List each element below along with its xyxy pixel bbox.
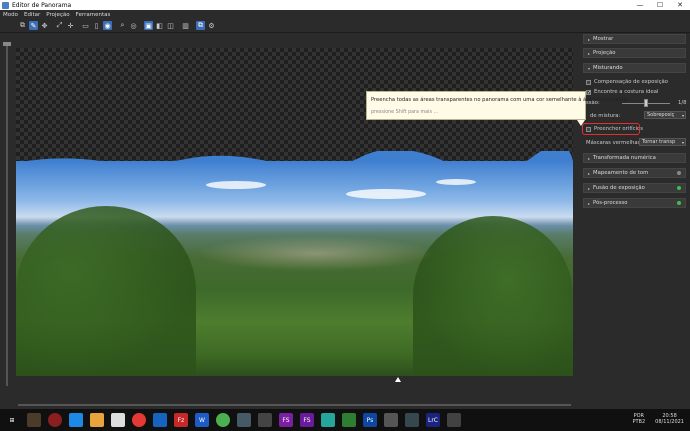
status-dot-icon: [677, 186, 681, 190]
move-icon[interactable]: ✥: [40, 21, 49, 30]
title-bar: Editor de Panorama — ☐ ✕: [0, 0, 690, 10]
section-transformada[interactable]: ▸ Transformada numérica: [583, 153, 686, 163]
menu-ferramentas[interactable]: Ferramentas: [76, 12, 111, 18]
crop-icon[interactable]: ▭: [81, 21, 90, 30]
collapse-icon: ▾: [588, 65, 591, 71]
tooltip-hint: pressione Shift para mais ...: [371, 110, 439, 115]
settings-icon[interactable]: ⚙: [207, 21, 216, 30]
app-icon-5[interactable]: [111, 413, 125, 427]
red-masks-select[interactable]: Tornar transp ▾: [639, 138, 686, 146]
blend-mode-label: de mistura:: [590, 113, 621, 119]
tooltip-pointer: [577, 120, 585, 126]
exposure-compensation-checkbox[interactable]: [586, 79, 591, 85]
close-button[interactable]: ✕: [670, 1, 690, 9]
window-title: Editor de Panorama: [12, 1, 72, 9]
windows-start-icon[interactable]: ⊞: [4, 413, 20, 427]
section-misturando[interactable]: ▾ Misturando: [583, 63, 686, 73]
section-mapeamento[interactable]: ▸ Mapeamento de tom: [583, 168, 686, 178]
vertical-zoom-slider[interactable]: [0, 34, 14, 394]
expand-icon: ▸: [588, 50, 591, 56]
panorama-image: [16, 161, 573, 376]
edge-icon[interactable]: [153, 413, 167, 427]
toolbar: ⧉ ✎ ✥ ⤢ ✛ ▭ ▯ ◉ ⌕ ◎ ▣ ◧ ◫ ▥ ⧉ ⚙: [0, 19, 690, 33]
center-marker-icon[interactable]: [395, 377, 401, 382]
lightroom-icon[interactable]: LrC: [426, 413, 440, 427]
edit-mode-icon[interactable]: ✎: [29, 21, 38, 30]
chevron-down-icon: ▾: [681, 139, 684, 145]
preview-icon[interactable]: ⧉: [196, 21, 205, 30]
app-icon-1[interactable]: [27, 413, 41, 427]
expand-icon: ▸: [588, 36, 591, 42]
exposure-compensation-option[interactable]: Compensação de exposição: [586, 79, 668, 85]
app-icon-11[interactable]: [237, 413, 251, 427]
smoothing-value: 1/8: [678, 100, 687, 106]
vertical-slider-track: [6, 46, 8, 386]
view-split-icon[interactable]: ◧: [155, 21, 164, 30]
mask-icon[interactable]: ▯: [92, 21, 101, 30]
menu-bar: Modo Editar Projeção Ferramentas: [0, 10, 690, 19]
link-images-icon[interactable]: ⧉: [18, 21, 27, 30]
fit-icon[interactable]: ⤢: [55, 21, 64, 30]
crosshair-icon[interactable]: ✛: [66, 21, 75, 30]
section-pos-processo[interactable]: ▸ Pós-processo: [583, 198, 686, 208]
expand-icon: ▸: [588, 185, 591, 191]
section-mostrar[interactable]: ▸ Mostrar: [583, 34, 686, 44]
word-icon[interactable]: W: [195, 413, 209, 427]
app-icon-19[interactable]: [405, 413, 419, 427]
folder-icon[interactable]: [90, 413, 104, 427]
dual-view-icon[interactable]: ▥: [181, 21, 190, 30]
smoothing-slider-knob[interactable]: [644, 99, 648, 107]
menu-editar[interactable]: Editar: [24, 12, 40, 18]
chrome-icon[interactable]: [132, 413, 146, 427]
app-icon: [2, 1, 9, 9]
red-masks-label: Máscaras vermelhas:: [586, 140, 643, 146]
optimal-seam-checkbox[interactable]: ✓: [586, 89, 591, 95]
app-icon-16[interactable]: [342, 413, 356, 427]
menu-modo[interactable]: Modo: [3, 12, 18, 18]
minimize-button[interactable]: —: [630, 1, 650, 9]
system-tray: POR PTB2 20:58 08/11/2021: [632, 413, 684, 425]
chevron-down-icon: ▾: [681, 112, 684, 118]
app-icon-10[interactable]: [216, 413, 230, 427]
expand-icon: ▸: [588, 155, 591, 161]
window-controls: — ☐ ✕: [630, 1, 690, 9]
language-indicator[interactable]: POR PTB2: [632, 413, 645, 425]
maximize-button[interactable]: ☐: [650, 1, 670, 9]
app-icon-12[interactable]: [258, 413, 272, 427]
horizontal-slider[interactable]: [18, 404, 571, 406]
taskbar: ⊞ Fz W FS FS Ps LrC POR PTB2 20:58 08/11…: [0, 409, 690, 431]
app-icon-2[interactable]: [48, 413, 62, 427]
status-dot-icon: [677, 171, 681, 175]
expand-icon: ▸: [588, 200, 591, 206]
view-compare-icon[interactable]: ◫: [166, 21, 175, 30]
panorama-editor-icon[interactable]: [384, 413, 398, 427]
blend-mode-select[interactable]: Sobreposiç ▾: [644, 111, 686, 119]
tooltip-text: Preencha todas as áreas transparentes no…: [371, 97, 629, 103]
zoom-icon[interactable]: ⌕: [118, 21, 127, 30]
menu-projecao[interactable]: Projeção: [46, 12, 69, 18]
section-fusao[interactable]: ▸ Fusão de exposição: [583, 183, 686, 193]
photoshop-icon[interactable]: Ps: [363, 413, 377, 427]
blend-icon[interactable]: ◉: [103, 21, 112, 30]
fs-icon[interactable]: FS: [279, 413, 293, 427]
filezilla-icon[interactable]: Fz: [174, 413, 188, 427]
vertical-slider-knob[interactable]: [3, 42, 11, 46]
fill-holes-highlight: [582, 123, 640, 135]
optimal-seam-option[interactable]: ✓ Encontre a costura ideal: [586, 89, 659, 95]
view-single-icon[interactable]: ▣: [144, 21, 153, 30]
expand-icon: ▸: [588, 170, 591, 176]
status-dot-icon: [677, 201, 681, 205]
app-icon-15[interactable]: [321, 413, 335, 427]
app-icon-3[interactable]: [69, 413, 83, 427]
fs2-icon[interactable]: FS: [300, 413, 314, 427]
clock[interactable]: 20:58 08/11/2021: [655, 413, 684, 425]
section-projecao[interactable]: ▸ Projeção: [583, 48, 686, 58]
eye-icon[interactable]: ◎: [129, 21, 138, 30]
app-icon-21[interactable]: [447, 413, 461, 427]
tooltip: Preencha todas as áreas transparentes no…: [366, 91, 629, 126]
